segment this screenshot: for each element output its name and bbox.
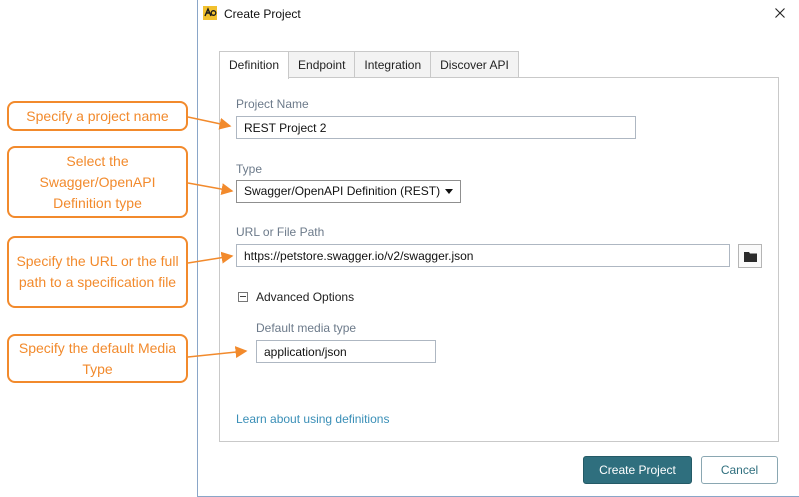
cancel-button[interactable]: Cancel [701, 456, 778, 484]
definition-panel: Project Name Type Swagger/OpenAPI Defini… [219, 77, 779, 442]
create-project-button[interactable]: Create Project [583, 456, 692, 484]
window-title: Create Project [224, 7, 301, 21]
project-name-label: Project Name [236, 97, 309, 111]
folder-icon [743, 251, 757, 262]
callout-url: Specify the URL or the full path to a sp… [7, 236, 188, 308]
type-label: Type [236, 162, 263, 176]
callout-project-name: Specify a project name [7, 101, 188, 131]
url-input[interactable] [236, 244, 730, 267]
collapse-icon [238, 292, 248, 302]
tab-definition[interactable]: Definition [219, 51, 290, 79]
advanced-options-label: Advanced Options [256, 290, 355, 304]
browse-button[interactable] [738, 244, 762, 268]
type-select[interactable]: Swagger/OpenAPI Definition (REST) [236, 180, 461, 203]
media-type-input[interactable] [256, 340, 436, 363]
app-logo-icon [203, 6, 217, 20]
project-name-input[interactable] [236, 116, 636, 139]
callout-type: Select the Swagger/OpenAPI Definition ty… [7, 146, 188, 218]
create-project-dialog: Create Project Definition Endpoint Integ… [197, 0, 799, 497]
media-type-label: Default media type [256, 321, 357, 335]
tab-bar: Definition Endpoint Integration Discover… [219, 51, 519, 79]
tab-integration[interactable]: Integration [354, 51, 432, 78]
title-bar: Create Project [198, 0, 799, 28]
callout-media-type: Specify the default Media Type [7, 334, 188, 383]
close-icon [775, 8, 785, 18]
tab-discover-api[interactable]: Discover API [430, 51, 519, 78]
url-label: URL or File Path [236, 225, 325, 239]
tab-endpoint[interactable]: Endpoint [288, 51, 356, 78]
learn-definitions-link[interactable]: Learn about using definitions [236, 412, 389, 426]
advanced-options-toggle[interactable]: Advanced Options [238, 290, 354, 304]
close-button[interactable] [767, 2, 793, 24]
type-select-value: Swagger/OpenAPI Definition (REST) [244, 184, 441, 198]
chevron-down-icon [445, 189, 453, 194]
